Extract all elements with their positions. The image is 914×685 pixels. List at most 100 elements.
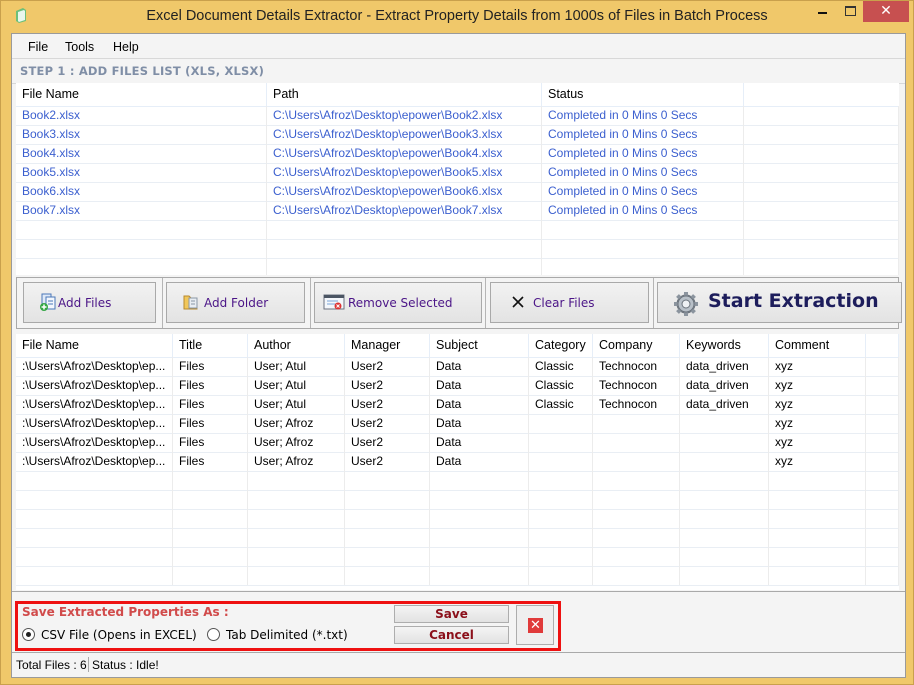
- cell-path: C:\Users\Afroz\Desktop\epower\Book4.xlsx: [267, 144, 542, 163]
- cell-file-name: Book6.xlsx: [16, 182, 267, 201]
- cell-filler: [866, 509, 899, 528]
- cell-comment: xyz: [769, 395, 866, 414]
- table-row[interactable]: :\Users\Afroz\Desktop\ep... Files User; At…: [16, 357, 899, 377]
- properties-table-header: File Name Title Author Manager Subject Catego…: [16, 334, 899, 358]
- menu-tools[interactable]: Tools: [65, 40, 94, 54]
- cell-subject: Data: [430, 414, 529, 433]
- start-extraction-button[interactable]: Start Extraction: [657, 282, 902, 323]
- table-row[interactable]: Book6.xlsx C:\Users\Afroz\Desktop\epower\…: [16, 182, 899, 202]
- cell-company: Technocon: [593, 357, 680, 376]
- table-row[interactable]: Book7.xlsx C:\Users\Afroz\Desktop\epower\…: [16, 201, 899, 221]
- table-row[interactable]: :\Users\Afroz\Desktop\ep... Files User; Af…: [16, 414, 899, 434]
- cell-status: Completed in 0 Mins 0 Secs: [542, 106, 744, 125]
- cancel-button[interactable]: Cancel: [394, 626, 509, 644]
- cell-title: Files: [173, 376, 248, 395]
- cell-comment: xyz: [769, 452, 866, 471]
- cell-filler: [744, 144, 899, 163]
- window-title: Excel Document Details Extractor - Extra…: [146, 8, 768, 24]
- cell-comment: xyz: [769, 376, 866, 395]
- add-folder-button[interactable]: Add Folder: [166, 282, 305, 323]
- cell-category: [529, 528, 593, 547]
- column-header-subject[interactable]: Subject: [430, 334, 529, 357]
- cell-subject: Data: [430, 376, 529, 395]
- column-header-company[interactable]: Company: [593, 334, 680, 357]
- cell-author: [248, 509, 345, 528]
- add-files-button[interactable]: Add Files: [23, 282, 156, 323]
- cell-filler: [744, 182, 899, 201]
- column-header-comment[interactable]: Comment: [769, 334, 866, 357]
- close-button[interactable]: ✕: [863, 1, 909, 22]
- title-bar[interactable]: Excel Document Details Extractor - Extra…: [1, 1, 913, 33]
- cell-comment: xyz: [769, 357, 866, 376]
- cell-filler: [866, 566, 899, 585]
- cell-manager: [345, 547, 430, 566]
- remove-list-icon: [323, 294, 345, 310]
- table-row[interactable]: :\Users\Afroz\Desktop\ep... Files User; At…: [16, 376, 899, 396]
- cell-title: Files: [173, 357, 248, 376]
- cell-manager: User2: [345, 376, 430, 395]
- maximize-icon: [844, 6, 856, 16]
- empty-row: [16, 239, 899, 259]
- cell-keywords: [680, 433, 769, 452]
- files-table[interactable]: File Name Path Status Book2.xlsx C:\Users…: [16, 83, 899, 275]
- table-row[interactable]: Book2.xlsx C:\Users\Afroz\Desktop\epower\…: [16, 106, 899, 126]
- cell-filler: [866, 414, 899, 433]
- save-button[interactable]: Save: [394, 605, 509, 623]
- cell-filler: [866, 433, 899, 452]
- cell-file-name: Book5.xlsx: [16, 163, 267, 182]
- column-header-file-name[interactable]: File Name: [16, 334, 173, 357]
- clear-files-label: Clear Files: [533, 296, 595, 310]
- cell-file-name: [16, 239, 267, 258]
- clear-files-button[interactable]: Clear Files: [490, 282, 649, 323]
- radio-unselected-icon: [207, 628, 220, 641]
- cell-title: Files: [173, 452, 248, 471]
- table-row[interactable]: :\Users\Afroz\Desktop\ep... Files User; Af…: [16, 433, 899, 453]
- radio-selected-icon: [22, 628, 35, 641]
- empty-row: [16, 258, 899, 275]
- csv-radio[interactable]: CSV File (Opens in EXCEL): [22, 628, 197, 642]
- column-header-status[interactable]: Status: [542, 83, 744, 106]
- cell-keywords: data_driven: [680, 395, 769, 414]
- column-header-path[interactable]: Path: [267, 83, 542, 106]
- column-header-file-name[interactable]: File Name: [16, 83, 267, 106]
- cell-keywords: [680, 566, 769, 585]
- column-header-filler: [866, 334, 899, 357]
- cell-keywords: [680, 471, 769, 490]
- add-folder-label: Add Folder: [204, 296, 269, 310]
- table-row[interactable]: Book3.xlsx C:\Users\Afroz\Desktop\epower\…: [16, 125, 899, 145]
- cell-file-name: :\Users\Afroz\Desktop\ep...: [16, 395, 173, 414]
- cell-filler: [866, 376, 899, 395]
- table-row[interactable]: :\Users\Afroz\Desktop\ep... Files User; Af…: [16, 452, 899, 472]
- table-row[interactable]: :\Users\Afroz\Desktop\ep... Files User; At…: [16, 395, 899, 415]
- maximize-button[interactable]: [837, 1, 863, 22]
- column-header-author[interactable]: Author: [248, 334, 345, 357]
- column-header-manager[interactable]: Manager: [345, 334, 430, 357]
- column-header-category[interactable]: Category: [529, 334, 593, 357]
- tab-delimited-radio-label: Tab Delimited (*.txt): [226, 628, 348, 642]
- cell-author: [248, 547, 345, 566]
- cell-path: C:\Users\Afroz\Desktop\epower\Book6.xlsx: [267, 182, 542, 201]
- table-row[interactable]: Book4.xlsx C:\Users\Afroz\Desktop\epower\…: [16, 144, 899, 164]
- close-save-panel-button[interactable]: ✕: [516, 605, 554, 645]
- cell-comment: [769, 566, 866, 585]
- column-header-keywords[interactable]: Keywords: [680, 334, 769, 357]
- empty-row: [16, 471, 899, 491]
- menu-file[interactable]: File: [28, 40, 48, 54]
- menu-help[interactable]: Help: [113, 40, 139, 54]
- cell-keywords: [680, 452, 769, 471]
- table-row[interactable]: Book5.xlsx C:\Users\Afroz\Desktop\epower\…: [16, 163, 899, 183]
- cell-file-name: Book7.xlsx: [16, 201, 267, 220]
- tab-delimited-radio[interactable]: Tab Delimited (*.txt): [207, 628, 348, 642]
- cell-author: User; Afroz: [248, 414, 345, 433]
- minimize-button[interactable]: [807, 1, 837, 22]
- total-files-count: Total Files : 6: [16, 658, 87, 672]
- cell-comment: xyz: [769, 414, 866, 433]
- properties-table[interactable]: File Name Title Author Manager Subject Catego…: [16, 334, 899, 590]
- column-header-title[interactable]: Title: [173, 334, 248, 357]
- cell-path: [267, 220, 542, 239]
- cell-subject: Data: [430, 433, 529, 452]
- cell-category: [529, 490, 593, 509]
- app-window: Excel Document Details Extractor - Extra…: [0, 0, 914, 685]
- remove-selected-button[interactable]: Remove Selected: [314, 282, 482, 323]
- cell-file-name: :\Users\Afroz\Desktop\ep...: [16, 357, 173, 376]
